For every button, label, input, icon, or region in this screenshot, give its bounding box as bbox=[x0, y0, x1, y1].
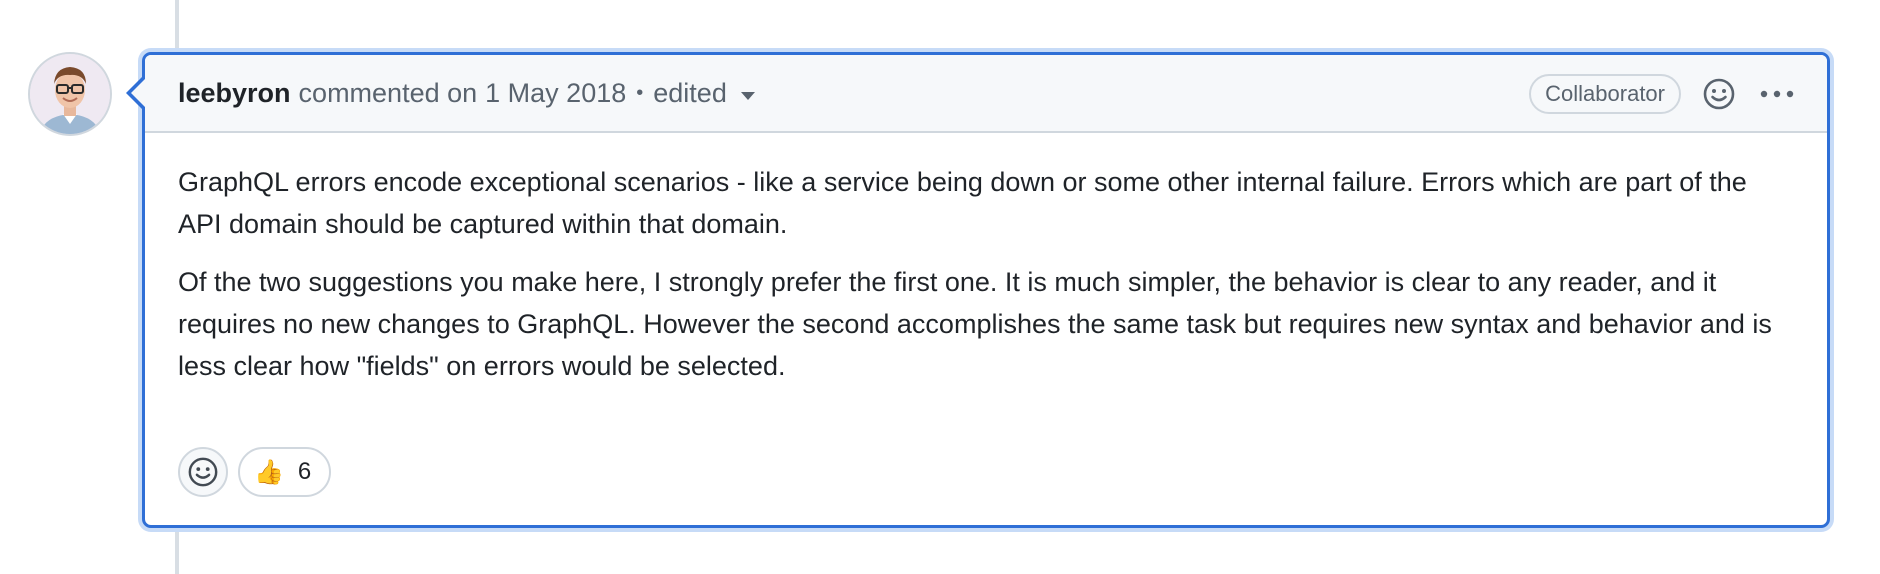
comment-paragraph: Of the two suggestions you make here, I … bbox=[178, 267, 1772, 381]
triangle-down-icon bbox=[740, 92, 755, 100]
comment-caret-inner bbox=[131, 78, 146, 108]
edited-label: edited bbox=[653, 77, 727, 108]
comment-header: leebyron commented on 1 May 2018 • edite… bbox=[145, 55, 1827, 133]
avatar-image bbox=[30, 54, 110, 134]
reaction-thumbs-up-button[interactable]: 👍 6 bbox=[238, 447, 332, 497]
role-badge: Collaborator bbox=[1529, 74, 1681, 114]
smiley-icon bbox=[188, 457, 218, 487]
comment-paragraph: GraphQL errors encode exceptional scenar… bbox=[178, 167, 1747, 239]
more-options-button[interactable] bbox=[1757, 74, 1797, 114]
comment-date[interactable]: 1 May 2018 bbox=[485, 78, 626, 109]
kebab-horizontal-icon bbox=[1760, 90, 1794, 98]
reactions-bar: 👍 6 bbox=[178, 447, 332, 497]
header-actions: Collaborator bbox=[1529, 55, 1797, 133]
header-add-reaction-button[interactable] bbox=[1699, 74, 1739, 114]
thumbs-up-icon: 👍 bbox=[254, 458, 284, 486]
reaction-count: 6 bbox=[297, 458, 312, 485]
smiley-icon bbox=[1703, 78, 1735, 110]
comment-box: leebyron commented on 1 May 2018 • edite… bbox=[126, 52, 1830, 528]
meta-separator: • bbox=[636, 81, 644, 104]
add-reaction-button[interactable] bbox=[178, 447, 228, 497]
avatar[interactable] bbox=[28, 52, 112, 136]
comment-action: commented on bbox=[298, 77, 478, 108]
comment-body: GraphQL errors encode exceptional scenar… bbox=[145, 133, 1827, 387]
timeline: leebyron commented on 1 May 2018 • edite… bbox=[0, 0, 1880, 574]
edited-dropdown[interactable]: edited bbox=[653, 78, 755, 109]
author-link[interactable]: leebyron bbox=[178, 78, 291, 109]
